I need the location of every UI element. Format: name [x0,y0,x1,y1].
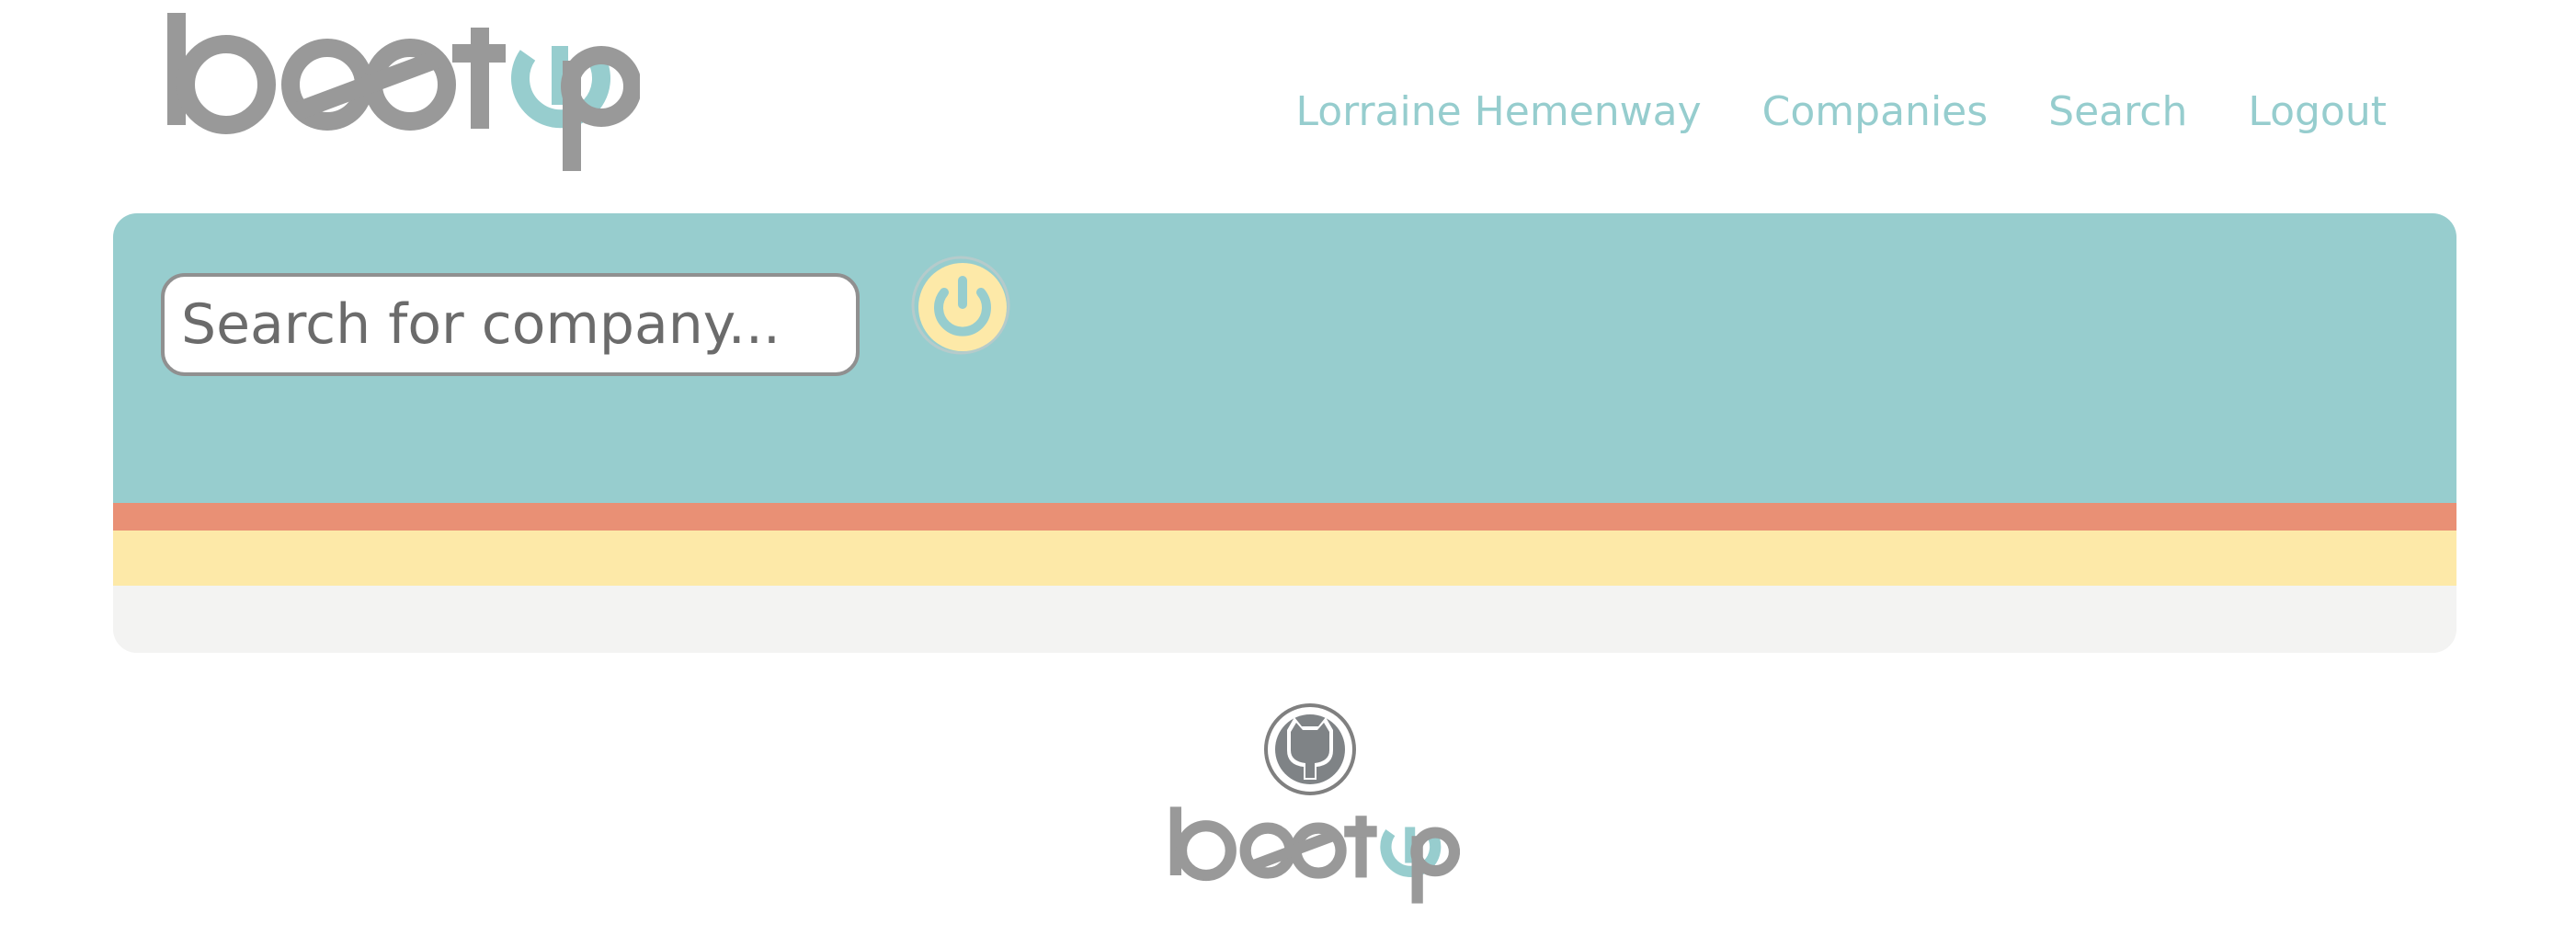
footer-logo[interactable] [1166,805,1460,906]
nav-companies[interactable]: Companies [1762,85,1989,140]
github-link[interactable] [1260,699,1361,804]
company-search-input[interactable] [161,273,860,376]
nav-search[interactable]: Search [2048,85,2187,140]
nav-logout[interactable]: Logout [2248,85,2387,140]
power-icon [911,256,1010,355]
github-icon [1264,703,1356,795]
search-submit-button[interactable] [906,250,1012,357]
top-nav: Lorraine Hemenway Companies Search Logou… [1295,85,2387,140]
bootup-logo [167,13,640,171]
bootup-logo [1169,806,1460,904]
gray-band [113,586,2456,653]
yellow-band [113,531,2456,586]
orange-band [113,503,2456,531]
nav-user-name[interactable]: Lorraine Hemenway [1295,85,1701,140]
header-logo[interactable] [162,9,640,175]
search-panel [113,213,2456,653]
